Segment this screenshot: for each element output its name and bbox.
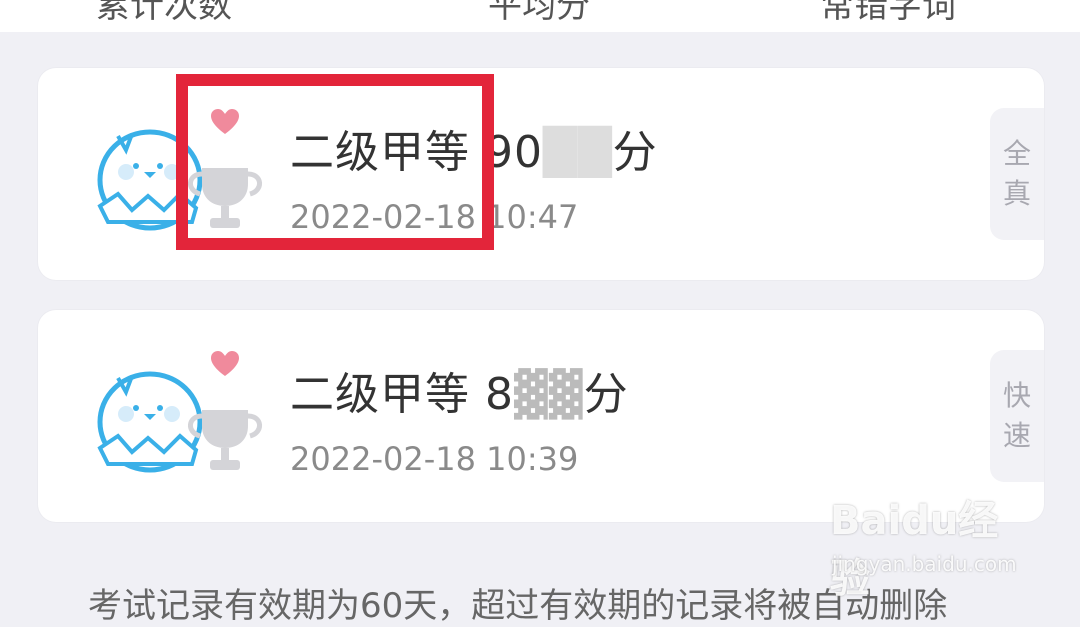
score-unit: 分 bbox=[612, 127, 658, 178]
record-validity-note: 考试记录有效期为60天，超过有效期的记录将被自动删除 bbox=[88, 586, 948, 626]
mode-tag-char: 速 bbox=[1002, 419, 1031, 452]
mode-tag-quick: 快 速 bbox=[990, 350, 1044, 482]
tab-average-score[interactable]: 平均分 bbox=[488, 0, 590, 27]
mode-tag-full: 全 真 bbox=[990, 108, 1044, 240]
trophy-icon bbox=[188, 410, 262, 470]
baidu-jingyan-watermark: Baidu经验 jingyan.baidu.com bbox=[830, 488, 1030, 602]
score-unit: 分 bbox=[583, 369, 629, 420]
red-highlight-box bbox=[176, 74, 494, 250]
score-title: 二级甲等 8▓▓分 bbox=[290, 369, 629, 420]
tab-total-count[interactable]: 累计次数 bbox=[96, 0, 232, 27]
mode-tag-char: 快 bbox=[1002, 379, 1031, 412]
heart-icon bbox=[211, 351, 239, 376]
mode-tag-char: 真 bbox=[1002, 177, 1031, 210]
score-level-label: 二级甲等 8 bbox=[290, 369, 514, 420]
watermark-url: jingyan.baidu.com bbox=[832, 552, 1017, 576]
top-stats-bar: 累计次数 平均分 常错字词 bbox=[0, 0, 1080, 32]
mode-tag-char: 全 bbox=[1002, 137, 1031, 170]
tab-common-errors[interactable]: 常错字词 bbox=[820, 0, 956, 27]
watermark-brand: Baidu经验 bbox=[830, 498, 999, 602]
record-datetime: 2022-02-18 10:39 bbox=[290, 440, 579, 478]
